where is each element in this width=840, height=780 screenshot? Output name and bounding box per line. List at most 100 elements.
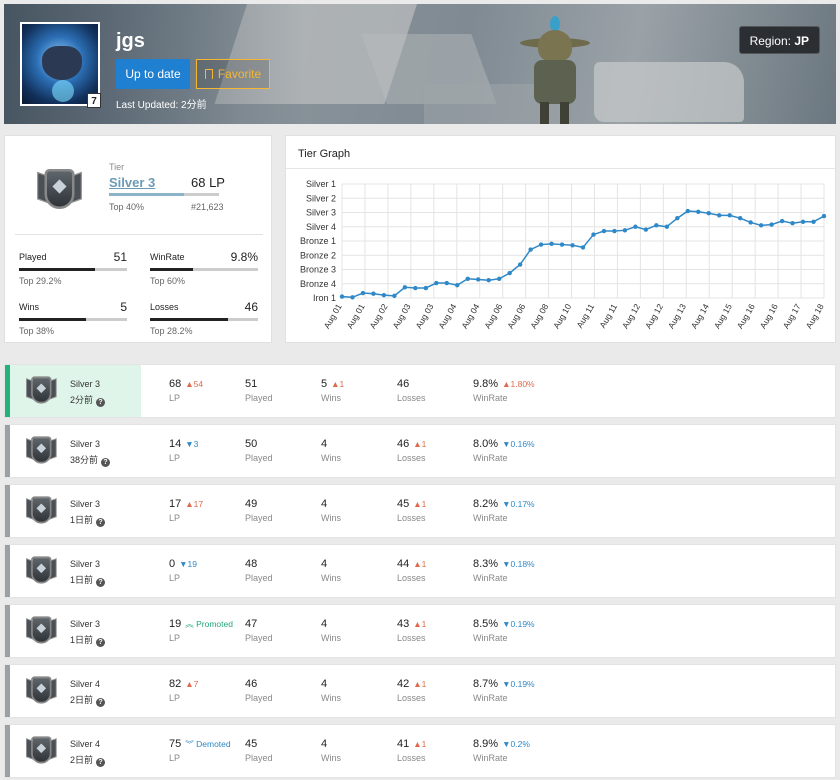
stat-value: 9.8% [230,250,258,264]
summoner-name: jgs [116,30,145,52]
row-stats: 17 ▲17 LP 49 Played 4 Wins 45 ▲1 Losses 8.2% ▼0.17%… [141,485,835,537]
x-tick-label: Aug 15 [712,302,734,331]
y-tick-label: Bronze 3 [300,265,336,275]
x-tick-label: Aug 03 [390,302,412,331]
data-point [675,216,680,221]
col-winrate: 8.9% ▼0.2% WinRate [473,738,530,763]
x-tick-label: Aug 12 [643,302,665,331]
col-winrate: 8.2% ▼0.17% WinRate [473,498,535,523]
tier-card: Tier Silver 3 68 LP Top 40% #21,623 Play… [4,135,272,343]
row-stats: 0 ▼19 LP 48 Played 4 Wins 44 ▲1 Losses 8.3% ▼0.18% W… [141,545,835,597]
data-point [790,220,795,226]
stat-value: 46 [244,300,258,314]
stat-bar [150,268,258,271]
tier-emblem-icon [26,673,57,709]
x-tick-label: Aug 12 [620,302,642,331]
data-point [444,280,449,286]
row-stats: 82 ▲7 LP 46 Played 4 Wins 42 ▲1 Losses 8.7% ▼0.19% W… [141,665,835,717]
help-icon[interactable]: ? [96,518,106,527]
col-played: 50 Played [245,438,273,463]
tier-emblem-icon [26,733,57,769]
help-icon[interactable]: ? [96,578,106,587]
help-icon[interactable]: ? [96,398,106,407]
losses-delta: ▲1 [413,739,427,749]
col-lp: 14 ▼3 LP [169,438,199,463]
x-tick-label: Aug 14 [689,302,711,331]
stat-top: Top 29.2% [19,276,62,286]
row-stats: 68 ▲54 LP 51 Played 5 ▲1 Wins 46 Losses 9.8% ▲1.80%… [141,365,835,417]
row-time: 1日前? [70,573,106,587]
data-point [496,276,502,281]
row-tier: Silver 3 [70,439,101,449]
tier-label: Tier [109,162,125,172]
y-tick-label: Bronze 2 [300,250,336,260]
winrate-delta: ▲1.80% [502,379,535,389]
col-lp: 0 ▼19 LP [169,558,198,583]
divider [15,234,263,235]
tier-name[interactable]: Silver 3 [109,175,155,190]
region-value: JP [794,34,809,48]
wins-delta: ▲1 [331,379,345,389]
col-wins: 4 Wins [321,498,341,523]
row-tier-cell: Silver 4 2日前? [10,665,140,717]
row-tier-cell: Silver 3 1日前? [10,485,140,537]
col-lp: 82 ▲7 LP [169,678,199,703]
history-row: Silver 3 1日前? 17 ▲17 LP 49 Played 4 Wins 45 ▲1 Loss… [4,484,836,538]
lp-delta: ︽ Promoted [185,619,233,629]
stat-label: Played [19,252,47,262]
double-chevron-down-icon: ︾ [185,739,197,749]
help-icon[interactable]: ? [96,698,106,707]
update-button[interactable]: Up to date [116,59,190,89]
data-point [538,242,544,247]
data-point [800,219,806,224]
lp-delta: ▲17 [185,499,204,509]
arrow-up-icon: ▲ [413,679,422,689]
y-tick-label: Bronze 1 [300,236,336,246]
row-tier: Silver 4 [70,739,101,749]
data-point [591,232,596,237]
data-point [507,270,512,276]
tier-graph-card: Tier Graph Iron 1 Bronze 4 Bronze 3 Bronze … [285,135,836,343]
lp-delta: ▼3 [185,439,199,449]
help-icon[interactable]: ? [96,638,106,647]
row-tier-cell: Silver 3 1日前? [10,545,140,597]
bookmark-icon [204,69,213,79]
data-point [769,222,774,227]
col-played: 49 Played [245,498,273,523]
data-point [465,276,470,281]
region-badge[interactable]: Region: JP [738,26,820,54]
winrate-delta: ▼0.16% [502,439,535,449]
arrow-up-icon: ▲ [413,739,422,749]
profile-banner: 7 jgs Up to date Favorite Last Updated: … [4,4,836,124]
col-losses: 44 ▲1 Losses [397,558,427,583]
history-row: Silver 3 2分前? 68 ▲54 LP 51 Played 5 ▲1 Wins 46 Loss… [4,364,836,418]
level-badge: 7 [87,93,101,108]
data-point [339,294,345,299]
col-played: 45 Played [245,738,273,763]
data-point [381,292,387,298]
x-tick-label: Aug 06 [482,302,504,331]
col-wins: 5 ▲1 Wins [321,378,345,403]
col-winrate: 8.5% ▼0.19% WinRate [473,618,535,643]
x-tick-label: Aug 01 [322,302,344,331]
row-time: 2日前? [70,753,106,767]
col-played: 47 Played [245,618,273,643]
tier-emblem-icon [26,373,57,409]
favorite-button[interactable]: Favorite [196,59,270,89]
lp-delta: ︾ Demoted [185,739,231,749]
row-stats: 19 ︽ Promoted LP 47 Played 4 Wins 43 ▲1 Losses 8.5… [141,605,835,657]
history-row: Silver 3 38分前? 14 ▼3 LP 50 Played 4 Wins 46 ▲1 Loss… [4,424,836,478]
col-wins: 4 Wins [321,438,341,463]
data-point [612,228,617,234]
losses-delta: ▲1 [413,439,427,449]
help-icon[interactable]: ? [96,758,106,767]
x-tick-label: Aug 03 [413,302,435,331]
x-tick-label: Aug 18 [804,302,826,331]
col-winrate: 9.8% ▲1.80% WinRate [473,378,535,403]
data-point [350,295,355,300]
stat-label: Losses [150,302,179,312]
col-losses: 41 ▲1 Losses [397,738,427,763]
tier-emblem-icon [26,553,57,589]
help-icon[interactable]: ? [101,458,111,467]
col-losses: 43 ▲1 Losses [397,618,427,643]
